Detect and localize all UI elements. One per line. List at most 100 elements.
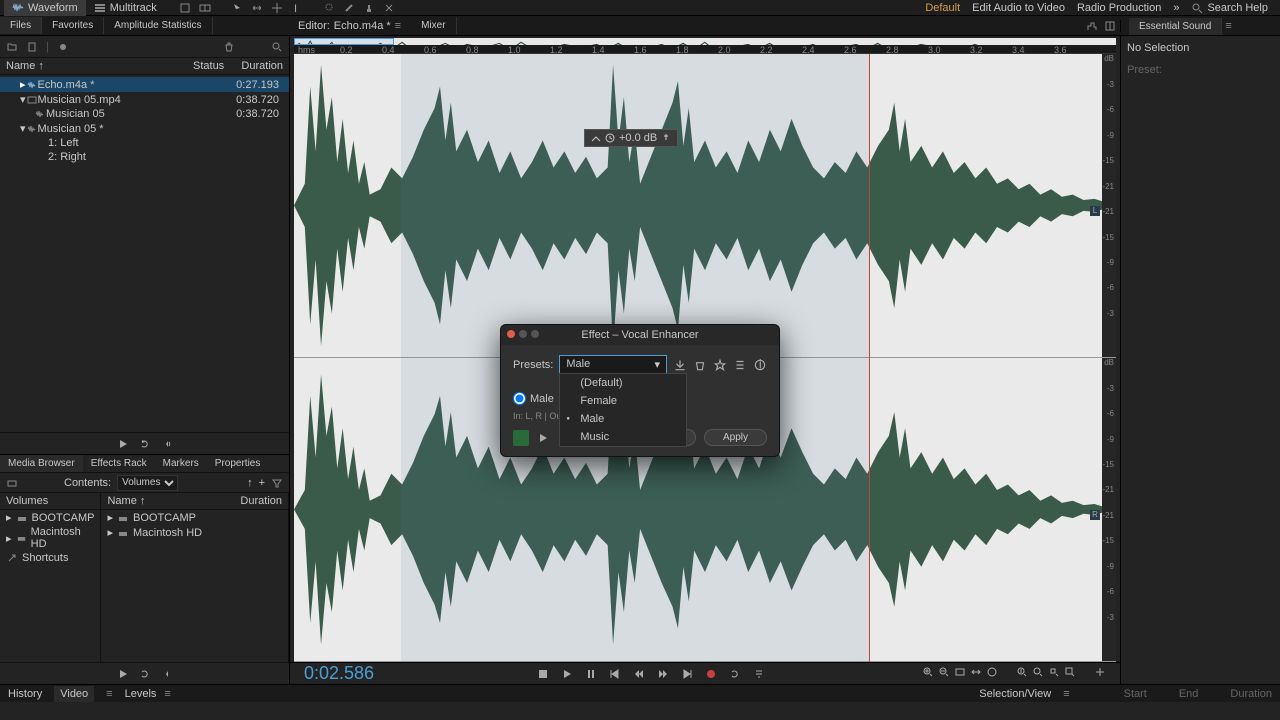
radio-male[interactable]: Male (513, 392, 554, 405)
drive-row[interactable]: ▸ BOOTCAMP (101, 510, 288, 525)
play-icon[interactable] (117, 438, 129, 450)
auto-play-icon[interactable] (161, 438, 173, 450)
tab-video[interactable]: Video (54, 686, 94, 702)
zoom-sel-icon[interactable] (970, 666, 982, 681)
delete-preset-icon[interactable] (693, 358, 707, 372)
tool-range[interactable] (249, 0, 265, 16)
save-preset-icon[interactable] (673, 358, 687, 372)
tab-levels[interactable]: Levels (125, 688, 157, 700)
timeline-ruler[interactable]: hms0.20.40.60.81.01.21.41.61.82.02.22.42… (294, 45, 1116, 54)
open-file-icon[interactable] (6, 41, 18, 53)
editor-menu-icon[interactable]: ≡ (395, 20, 401, 32)
file-row[interactable]: ▾ Musician 05.mp40:38.720 (0, 92, 289, 107)
tool-cursor[interactable] (229, 0, 245, 16)
info-icon[interactable]: i (753, 358, 767, 372)
drive-icon[interactable] (6, 477, 18, 489)
zoom-out-icon[interactable] (938, 666, 950, 681)
apply-button[interactable]: Apply (704, 429, 767, 446)
file-row[interactable]: Musician 050:38.720 (0, 107, 289, 121)
tab-mixer[interactable]: Mixer (411, 17, 456, 34)
play-button[interactable] (558, 665, 576, 683)
preset-option-female[interactable]: Female (560, 392, 686, 410)
panel-menu-icon[interactable]: ≡ (1063, 688, 1069, 700)
preset-option-male[interactable]: Male (560, 410, 686, 428)
tool-stamp[interactable] (361, 0, 377, 16)
skip-button[interactable] (750, 665, 768, 683)
filter-search-icon[interactable] (271, 41, 283, 53)
panel-menu-icon[interactable]: ≡ (1225, 20, 1231, 32)
record-button[interactable] (702, 665, 720, 683)
rewind-button[interactable] (630, 665, 648, 683)
gain-hud[interactable]: +0.0 dB (584, 129, 678, 147)
file-row[interactable]: 2: Right (0, 150, 289, 164)
spectral-toggle-icon[interactable] (1086, 20, 1098, 32)
loop-icon[interactable] (139, 438, 151, 450)
tab-essential-sound[interactable]: Essential Sound (1129, 18, 1222, 35)
tab-selection-view[interactable]: Selection/View (979, 688, 1051, 700)
favorite-icon[interactable] (713, 358, 727, 372)
file-row[interactable]: 1: Left (0, 136, 289, 150)
panel-menu-icon[interactable]: ≡ (164, 688, 170, 700)
tool-lasso[interactable] (321, 0, 337, 16)
layout-toggle-icon[interactable] (1104, 20, 1116, 32)
overview-waveform[interactable] (294, 38, 1116, 45)
drive-row[interactable]: ▸ Macintosh HD (101, 525, 288, 540)
contents-select[interactable]: Volumes (117, 475, 178, 491)
waveform-mode-tab[interactable]: Waveform (4, 0, 86, 16)
go-end-button[interactable] (678, 665, 696, 683)
auto-play-icon[interactable] (161, 668, 173, 680)
mb-up-icon[interactable]: ↑ (247, 477, 253, 489)
loop-icon[interactable] (139, 668, 151, 680)
zoom-fit-icon[interactable] (954, 666, 966, 681)
preview-play-icon[interactable] (537, 432, 549, 444)
loop-button[interactable] (726, 665, 744, 683)
tool-move[interactable] (269, 0, 285, 16)
zoom-full-icon[interactable] (986, 666, 998, 681)
dialog-titlebar[interactable]: Effect – Vocal Enhancer (501, 325, 779, 345)
tab-favorites[interactable]: Favorites (42, 17, 104, 34)
editor-filename[interactable]: Echo.m4a * (334, 20, 391, 32)
drive-row[interactable]: ▸ Macintosh HD (0, 525, 100, 551)
drive-row[interactable]: ▸ BOOTCAMP (0, 510, 100, 525)
zoom-in-v-icon[interactable] (1016, 666, 1028, 681)
new-file-icon[interactable] (26, 41, 38, 53)
tool-brush[interactable] (341, 0, 357, 16)
workspace-radio[interactable]: Radio Production (1077, 2, 1161, 14)
zoom-in-h-icon[interactable] (1048, 666, 1060, 681)
tab-amplitude[interactable]: Amplitude Statistics (104, 17, 212, 34)
zoom-out-v-icon[interactable] (1032, 666, 1044, 681)
preset-option-default[interactable]: (Default) (560, 374, 686, 392)
mb-add-icon[interactable]: + (259, 477, 265, 489)
tab-media-browser[interactable]: Media Browser (0, 455, 83, 472)
file-row[interactable]: ▸ Echo.m4a *0:27.193 (0, 77, 289, 92)
tab-effects-rack[interactable]: Effects Rack (83, 455, 155, 472)
settings-icon[interactable] (733, 358, 747, 372)
shortcuts-row[interactable]: Shortcuts (0, 551, 100, 565)
trash-icon[interactable] (223, 41, 235, 53)
maximize-window-icon[interactable] (531, 330, 539, 338)
workspace-expand-icon[interactable]: » (1173, 2, 1179, 14)
minimize-window-icon[interactable] (519, 330, 527, 338)
tool-text[interactable]: I (289, 0, 305, 16)
mb-filter-icon[interactable] (271, 477, 283, 489)
panel-menu-icon[interactable]: ≡ (106, 688, 112, 700)
forward-button[interactable] (654, 665, 672, 683)
close-window-icon[interactable] (507, 330, 515, 338)
play-icon[interactable] (117, 668, 129, 680)
workspace-edit-audio[interactable]: Edit Audio to Video (972, 2, 1065, 14)
tool-heal[interactable] (381, 0, 397, 16)
preset-select[interactable]: Male ▾ (559, 355, 667, 374)
current-time[interactable]: 0:02.586 (304, 663, 374, 684)
col-name[interactable]: Name ↑ (6, 60, 193, 72)
tab-markers[interactable]: Markers (155, 455, 207, 472)
zoom-reset-icon[interactable] (1094, 666, 1106, 681)
tab-files[interactable]: Files (0, 17, 42, 34)
tab-properties[interactable]: Properties (207, 455, 269, 472)
search-help[interactable]: Search Help (1191, 2, 1268, 14)
multitrack-mode-tab[interactable]: Multitrack (86, 0, 165, 16)
power-toggle[interactable] (513, 430, 529, 446)
tab-history[interactable]: History (8, 688, 42, 700)
stop-button[interactable] (534, 665, 552, 683)
record-icon[interactable] (57, 41, 69, 53)
file-row[interactable]: ▾ Musician 05 * (0, 121, 289, 136)
